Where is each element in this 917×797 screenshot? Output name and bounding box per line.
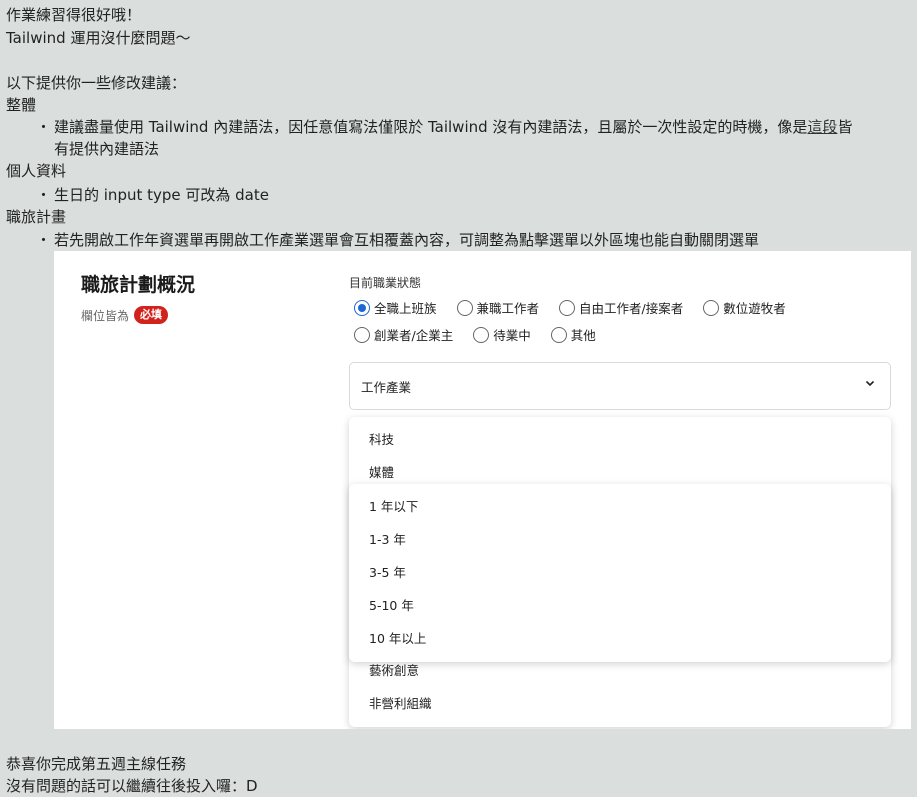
years-option[interactable]: 1-3 年 — [349, 523, 891, 556]
panel-subtitle: 欄位皆為 必填 — [81, 306, 169, 324]
radio-label: 兼職工作者 — [476, 301, 540, 316]
radio-icon — [456, 299, 473, 316]
radio-entrepreneur[interactable]: 創業者/企業主 — [354, 325, 453, 344]
radio-unemployed[interactable]: 待業中 — [473, 325, 531, 344]
radio-label: 全職上班族 — [374, 301, 437, 316]
radio-icon — [550, 326, 567, 343]
status-radio-row-2: 創業者/企業主 待業中 其他 — [354, 325, 596, 344]
radio-label: 其他 — [570, 328, 596, 343]
section-heading-profile: 個人資料 — [6, 162, 67, 180]
outro-line-2: 沒有問題的話可以繼續往後投入囉：D — [6, 777, 258, 795]
intro-line-2: Tailwind 運用沒什麼問題〜 — [6, 29, 191, 47]
intro-line-1: 作業練習得很好哦！ — [6, 6, 142, 24]
section-heading-overall: 整體 — [6, 96, 37, 114]
outro-line-1: 恭喜你完成第五週主線任務 — [6, 755, 187, 773]
radio-icon — [354, 326, 370, 343]
bullet-dot: ・ — [36, 118, 52, 136]
radio-other[interactable]: 其他 — [550, 325, 596, 344]
radio-freelancer[interactable]: 自由工作者/接案者 — [559, 298, 683, 317]
chevron-down-icon — [865, 380, 875, 387]
years-option[interactable]: 10 年以上 — [349, 622, 891, 655]
radio-label: 創業者/企業主 — [374, 328, 454, 343]
radio-icon — [559, 299, 576, 316]
required-badge: 必填 — [134, 306, 169, 324]
bullet-overall: ・ 建議盡量使用 Tailwind 內建語法，因任意值寫法僅限於 Tailwin… — [36, 116, 906, 160]
status-label: 目前職業狀態 — [349, 276, 422, 290]
industry-select-value: 工作產業 — [361, 379, 412, 395]
years-dropdown: 1 年以下 1-3 年 3-5 年 5-10 年 10 年以上 — [349, 484, 891, 662]
bullet-overall-text: 建議盡量使用 Tailwind 內建語法，因任意值寫法僅限於 Tailwind … — [54, 116, 852, 138]
radio-full-time[interactable]: 全職上班族 — [354, 298, 437, 317]
radio-part-time[interactable]: 兼職工作者 — [456, 298, 540, 317]
radio-label: 數位遊牧者 — [723, 301, 786, 316]
career-plan-screenshot: 職旅計劃概況 欄位皆為 必填 目前職業狀態 全職上班族 兼職工作者 自由工作者/… — [54, 251, 911, 729]
radio-checked-icon — [354, 299, 370, 316]
radio-icon — [473, 326, 490, 343]
bullet-overall-text-line2: 有提供內建語法 — [54, 140, 160, 158]
industry-option[interactable]: 科技 — [349, 423, 891, 456]
code-link[interactable]: 這段 — [807, 118, 837, 136]
radio-label: 自由工作者/接案者 — [579, 301, 684, 316]
years-option[interactable]: 3-5 年 — [349, 556, 891, 589]
bullet-dot: ・ — [36, 186, 52, 204]
panel-title: 職旅計劃概況 — [81, 274, 196, 296]
status-radio-row-1: 全職上班族 兼職工作者 自由工作者/接案者 數位遊牧者 — [354, 298, 786, 317]
subtitle-text: 欄位皆為 — [81, 308, 130, 323]
industry-select[interactable]: 工作產業 — [349, 362, 891, 410]
section-heading-career: 職旅計畫 — [6, 208, 67, 226]
bullet-profile-text: 生日的 input type 可改為 date — [54, 186, 269, 204]
radio-icon — [703, 299, 720, 316]
bullet-career-text: 若先開啟工作年資選單再開啟工作產業選單會互相覆蓋內容，可調整為點擊選單以外區塊也… — [54, 231, 760, 249]
years-option[interactable]: 1 年以下 — [349, 490, 891, 523]
intro-line-3: 以下提供你一些修改建議： — [6, 74, 187, 92]
bullet-overall-text-part1: 建議盡量使用 Tailwind 內建語法，因任意值寫法僅限於 Tailwind … — [54, 118, 808, 136]
years-option[interactable]: 5-10 年 — [349, 589, 891, 622]
bullet-overall-text-part2: 皆 — [837, 118, 853, 136]
industry-option[interactable]: 非營利組織 — [349, 687, 891, 720]
radio-digital-nomad[interactable]: 數位遊牧者 — [703, 298, 786, 317]
bullet-dot: ・ — [36, 231, 52, 249]
radio-label: 待業中 — [493, 328, 531, 343]
